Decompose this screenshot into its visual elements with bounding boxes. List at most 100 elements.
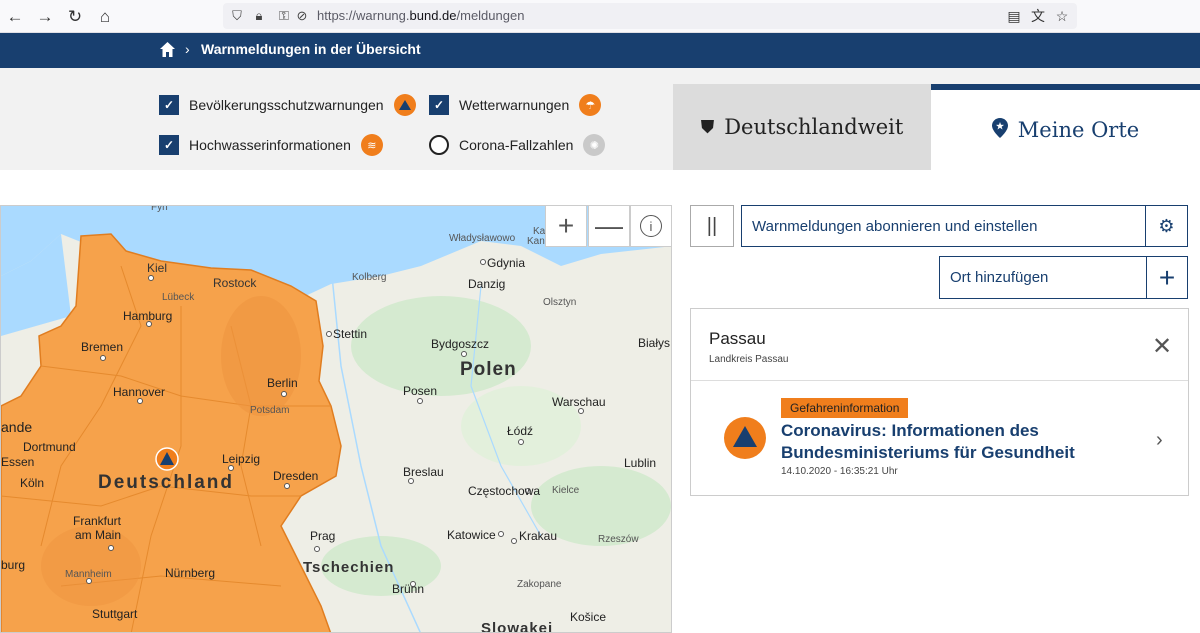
tab-label: Meine Orte	[1017, 118, 1140, 142]
chevron-right-icon[interactable]: ›	[1156, 429, 1163, 452]
checkbox-checked-icon[interactable]: ✓	[429, 95, 449, 115]
location-card: Passau Landkreis Passau ✕ Gefahreninform…	[690, 308, 1189, 496]
map-label: Potsdam	[250, 405, 290, 416]
map-label: Bydgoszcz	[431, 337, 490, 351]
checkbox-checked-icon[interactable]: ✓	[159, 135, 179, 155]
map-label: Nürnberg	[165, 566, 216, 580]
map-label: Zakopane	[517, 579, 562, 590]
filter-civil-protection[interactable]: ✓ Bevölkerungsschutzwarnungen	[159, 93, 416, 117]
shield-icon[interactable]: ⛉	[228, 7, 246, 25]
add-place-plus-button[interactable]: +	[1146, 256, 1188, 299]
flood-icon: ≋	[360, 134, 383, 156]
map-label: Dortmund	[23, 440, 76, 454]
map-label: Rostock	[213, 276, 257, 290]
map-label: Posen	[403, 384, 438, 398]
home-icon[interactable]: ⌂	[94, 6, 116, 28]
map-label: Hamburg	[123, 309, 173, 323]
breadcrumb-current: Warnmeldungen in der Übersicht	[201, 41, 421, 57]
permissions-icon[interactable]: ⚿	[275, 7, 293, 25]
map-label: ande	[1, 419, 33, 435]
map-label: Kielce	[552, 485, 580, 496]
map-label: Breslau	[403, 465, 444, 479]
zoom-out-button[interactable]: —	[588, 205, 630, 247]
map-label: Mannheim	[65, 569, 112, 580]
map-label: Slowakei	[481, 620, 554, 633]
warning-map[interactable]: Fyn Władysławowo Ka Kan Kiel Rostock Kol…	[0, 205, 672, 633]
map-label: Władysławowo	[449, 233, 516, 244]
map-label: am Main	[75, 528, 122, 542]
filter-weather[interactable]: ✓ Wetterwarnungen ☂	[429, 93, 602, 117]
location-pin-icon	[991, 117, 1008, 143]
map-label: Lübeck	[162, 292, 195, 303]
checkbox-checked-icon[interactable]: ✓	[159, 95, 179, 115]
map-label: Bremen	[81, 340, 124, 354]
map-label: Polen	[460, 359, 517, 380]
map-label: Fyn	[151, 205, 168, 213]
map-label: Kolberg	[352, 272, 387, 283]
home-icon[interactable]	[159, 41, 176, 58]
map-label: Danzig	[468, 277, 506, 291]
filter-label: Corona-Fallzahlen	[459, 137, 574, 153]
weather-icon: ☂	[579, 94, 602, 116]
map-label: Białys	[638, 336, 671, 350]
map-label: Katowice	[447, 528, 496, 542]
map-label: Tschechien	[303, 559, 395, 576]
zoom-in-button[interactable]: +	[545, 205, 587, 247]
map-label: Częstochowa	[468, 484, 541, 498]
browser-toolbar: ← → ↻ ⌂ ⛉ 🔒︎ ⚿ ⊘ https://warnung.bund.de…	[0, 0, 1200, 33]
warning-title[interactable]: Coronavirus: Informationen des Bundesmin…	[781, 420, 1111, 464]
filter-corona[interactable]: Corona-Fallzahlen ✺	[429, 133, 606, 157]
warning-timestamp: 14.10.2020 - 16:35:21 Uhr	[781, 466, 898, 477]
map-label: Stuttgart	[92, 607, 138, 621]
map-info-button[interactable]: i	[630, 205, 672, 247]
tab-label: Deutschlandweit	[724, 115, 904, 139]
tracking-icon[interactable]: ⊘	[293, 7, 311, 25]
site-header: › Warnmeldungen in der Übersicht	[0, 33, 1200, 68]
reader-view-icon[interactable]: ▤	[1004, 6, 1024, 26]
map-label: Deutschland	[98, 472, 235, 493]
settings-button[interactable]: ⚙	[1145, 205, 1188, 247]
map-label: Kan	[527, 236, 545, 247]
filter-flood[interactable]: ✓ Hochwasserinformationen ≋	[159, 133, 383, 157]
map-label: Berlin	[267, 376, 298, 390]
back-arrow-icon[interactable]: ←	[4, 6, 26, 28]
lock-icon[interactable]: 🔒︎	[250, 7, 268, 25]
forward-arrow-icon[interactable]: →	[34, 6, 56, 28]
map-label: Brünn	[392, 582, 425, 596]
tab-nationwide[interactable]: ⛊ Deutschlandweit	[673, 84, 931, 170]
map-label: Dresden	[273, 469, 319, 483]
tab-my-places[interactable]: Meine Orte	[931, 84, 1200, 170]
map-label: Gdynia	[487, 256, 526, 270]
map-label: burg	[1, 558, 26, 572]
map-label: Leipzig	[222, 452, 261, 466]
breadcrumb-separator-icon: ›	[185, 41, 190, 57]
map-label: Warschau	[552, 395, 606, 409]
gear-icon: ⚙	[1158, 215, 1175, 236]
map-label: Hannover	[113, 385, 166, 399]
pause-button[interactable]: ||	[690, 205, 734, 247]
address-bar[interactable]: ⛉ 🔒︎ ⚿ ⊘ https://warnung.bund.de/meldung…	[223, 3, 1077, 29]
map-label: Essen	[1, 455, 35, 469]
translate-icon[interactable]: 文	[1028, 6, 1048, 26]
place-name: Passau	[709, 329, 766, 348]
map-label: Frankfurt	[73, 514, 122, 528]
info-icon: i	[640, 215, 662, 237]
close-icon[interactable]: ✕	[1152, 332, 1172, 361]
divider	[691, 380, 1188, 381]
map-label: Kiel	[147, 261, 168, 275]
checkbox-unchecked-icon[interactable]	[429, 135, 449, 155]
add-place-button[interactable]: Ort hinzufügen	[939, 256, 1147, 299]
warning-category-badge: Gefahreninformation	[781, 398, 909, 418]
reload-icon[interactable]: ↻	[64, 6, 86, 28]
map-label: Köln	[20, 476, 45, 490]
map-label: Košice	[570, 610, 607, 624]
place-district: Landkreis Passau	[709, 354, 789, 365]
corona-icon: ✺	[583, 134, 606, 156]
url-text[interactable]: https://warnung.bund.de/meldungen	[317, 8, 524, 23]
map-label: Krakau	[519, 529, 558, 543]
filter-label: Wetterwarnungen	[459, 97, 570, 113]
civil-protection-icon	[393, 94, 416, 116]
bookmark-star-icon[interactable]: ☆	[1052, 6, 1072, 26]
subscribe-warnings-button[interactable]: Warnmeldungen abonnieren und einstellen	[741, 205, 1146, 247]
map-label: Stettin	[333, 327, 368, 341]
